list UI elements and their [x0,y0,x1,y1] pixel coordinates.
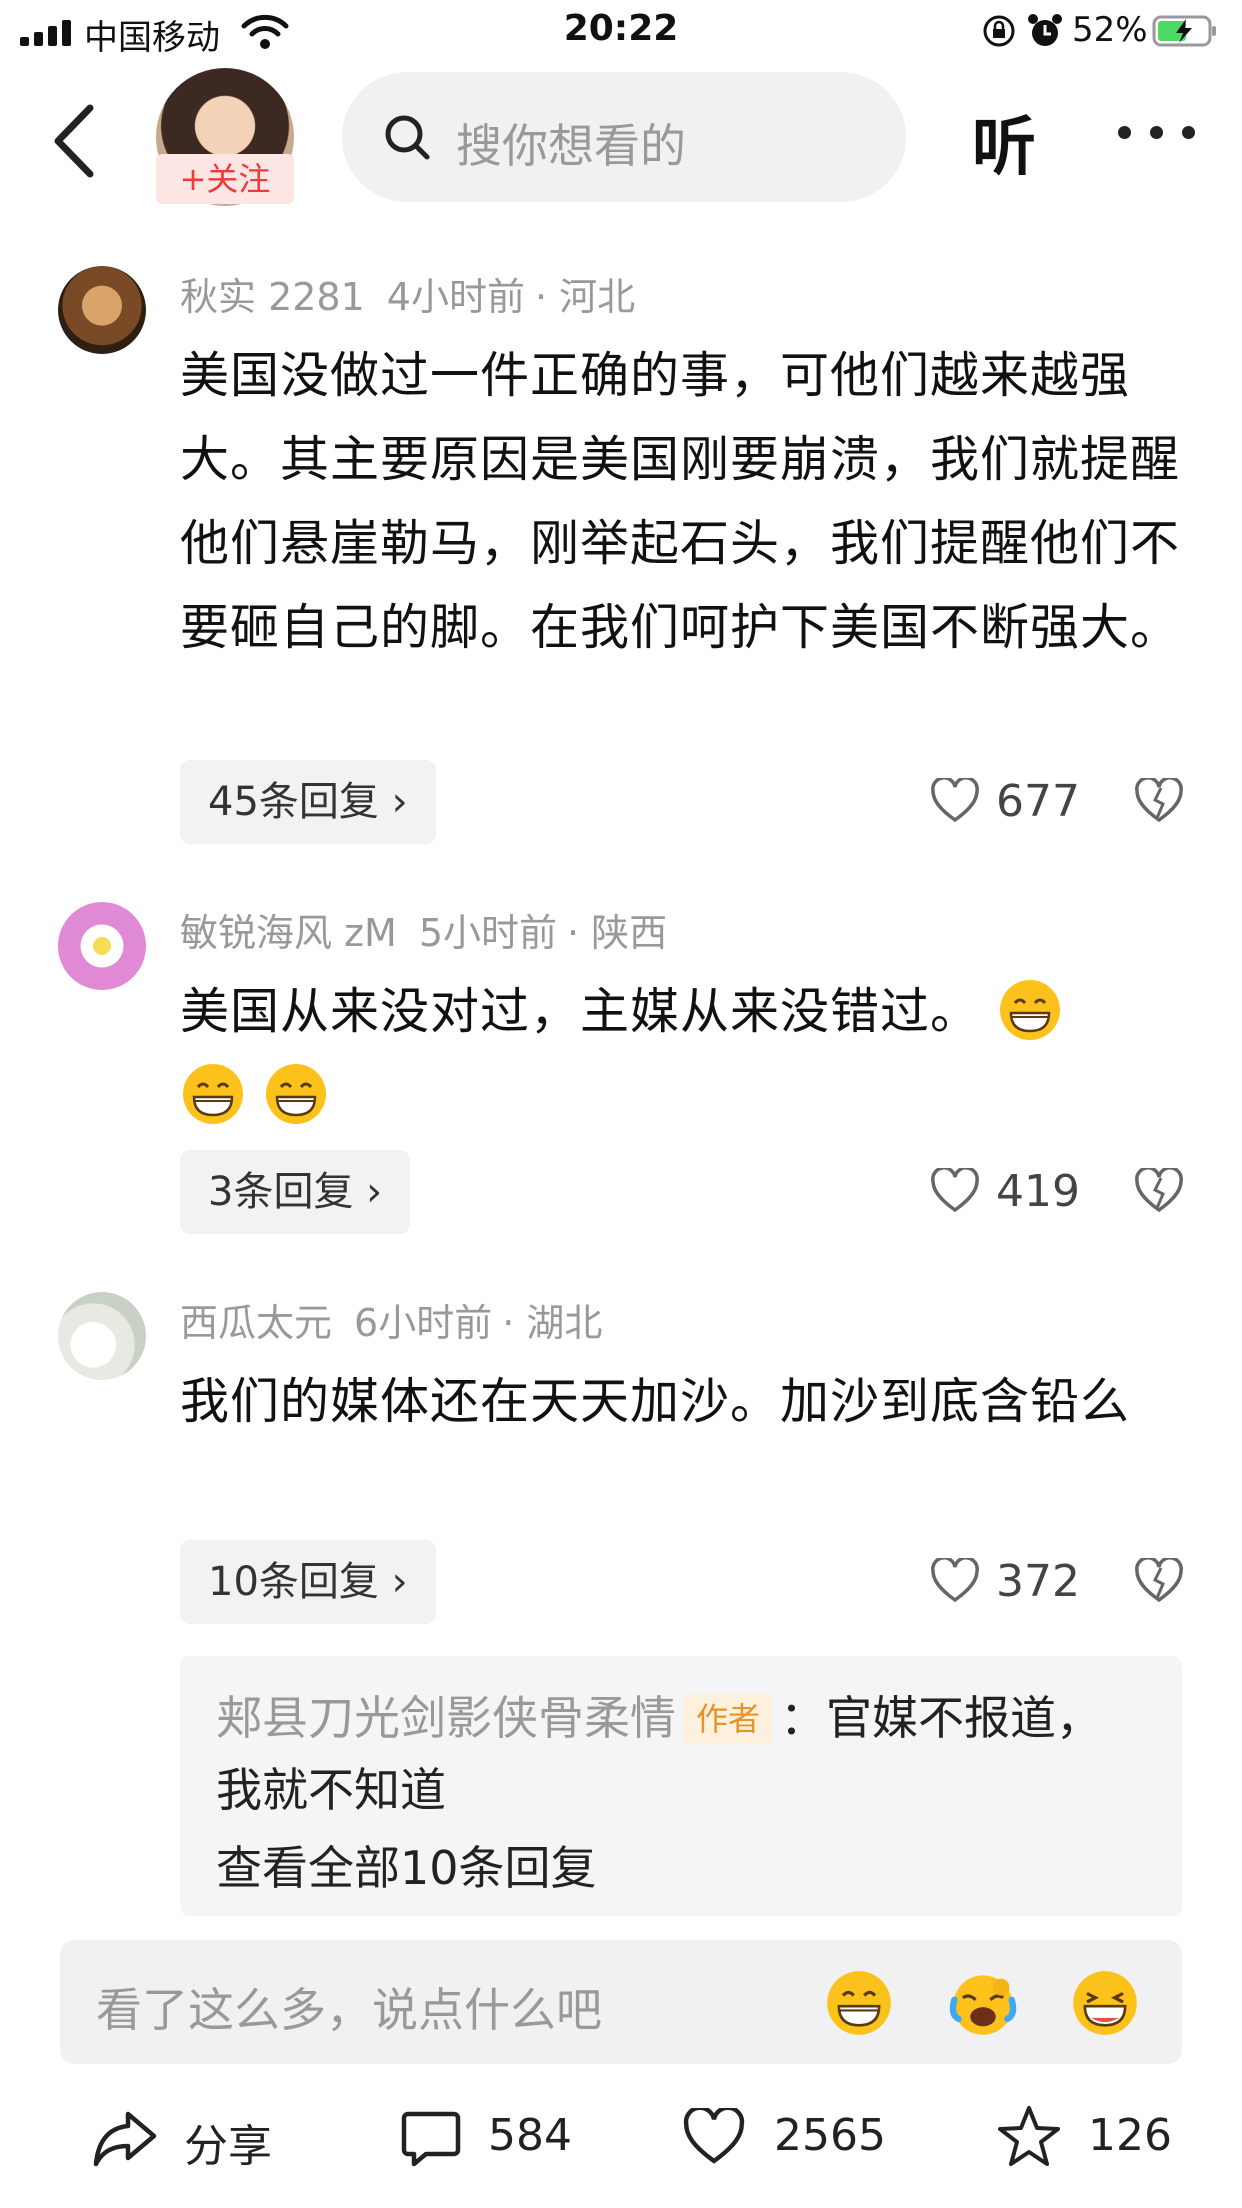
comment-meta: 秋实 2281 4小时前 · 河北 [180,266,635,321]
comment-time: 4小时前 [386,275,525,319]
replies-label: 45条回复 [208,779,379,825]
share-icon [93,2111,157,2167]
comment-user[interactable]: 西瓜太元 [180,1301,332,1345]
comment-text-block: 美国从来没对过，主媒从来没错过。 [180,970,1180,1138]
replies-label: 3条回复 [208,1169,354,1215]
comment-time: 5小时前 [418,911,557,955]
comment-input-placeholder: 看了这么多，说点什么吧 [96,1983,602,2037]
star-icon [998,2106,1060,2166]
rotation-lock-icon [983,15,1015,47]
comment-input[interactable]: 看了这么多，说点什么吧 [60,1940,1182,2064]
heart-icon[interactable] [930,1558,980,1604]
battery-charging-icon [1152,15,1216,47]
avatar[interactable] [58,1292,146,1380]
avatar[interactable] [58,266,146,354]
search-placeholder: 搜你想看的 [456,119,686,173]
comment-meta: 西瓜太元 6小时前 · 湖北 [180,1292,602,1347]
share-button[interactable]: 分享 [92,2100,312,2180]
replies-button[interactable]: 45条回复 › [180,760,436,844]
comment-text: 我们的媒体还在天天加沙。加沙到底含铅么 [180,1373,1131,1430]
comment-user[interactable]: 敏锐海风 zM [180,911,397,955]
dislike-broken-heart-icon[interactable] [1134,1168,1184,1214]
likes-count: 2565 [774,2110,886,2161]
listen-button[interactable]: 听 [972,96,1036,188]
alarm-icon [1028,14,1062,46]
like-post-button[interactable]: 2565 [682,2100,902,2180]
grin-emoji-icon [265,1063,326,1124]
replies-button[interactable]: 3条回复 › [180,1150,411,1234]
comment-text: 美国从来没对过，主媒从来没错过。 [180,983,981,1040]
back-button[interactable] [44,96,104,186]
heart-icon [683,2108,745,2164]
heart-icon[interactable] [930,778,980,824]
like-count: 419 [996,1166,1080,1217]
status-bar: 中国移动 20:22 52% [0,0,1242,64]
like-count: 677 [996,776,1080,827]
comments-count: 584 [488,2110,572,2161]
author-tag-badge: 作者 [684,1693,773,1744]
more-dots-icon[interactable] [1112,114,1202,154]
comment-user[interactable]: 秋实 2281 [180,275,365,319]
share-label: 分享 [184,2121,272,2172]
sub-reply-text: 郏县刀光剑影侠骨柔情 作者 ：官媒不报道，我就不知道 [216,1682,1146,1826]
dislike-broken-heart-icon[interactable] [1134,1558,1184,1604]
like-count: 372 [996,1556,1080,1607]
view-all-replies-link[interactable]: 查看全部10条回复 [216,1832,597,1898]
comment-text: 美国没做过一件正确的事，可他们越来越强大。其主要原因是美国刚要崩溃，我们就提醒他… [180,347,1181,656]
comments-button[interactable]: 584 [400,2100,600,2180]
sub-reply-author[interactable]: 郏县刀光剑影侠骨柔情 [216,1691,676,1745]
grin-emoji-icon[interactable] [824,1968,894,2038]
avatar[interactable] [58,902,146,990]
search-icon [385,115,430,160]
grin-emoji-icon [999,979,1060,1040]
comment-location: · 陕西 [567,911,668,955]
search-input[interactable]: 搜你想看的 [342,72,906,202]
comment-location: · 河北 [534,275,636,319]
battery-percent: 52% [1072,10,1148,50]
dislike-broken-heart-icon[interactable] [1134,778,1184,824]
replies-button[interactable]: 10条回复 › [180,1540,436,1624]
heart-icon[interactable] [930,1168,980,1214]
grin-emoji-icon [183,1063,243,1124]
comment-bubble-icon [401,2111,461,2167]
replies-label: 10条回复 [208,1559,379,1605]
sub-reply-box[interactable]: 郏县刀光剑影侠骨柔情 作者 ：官媒不报道，我就不知道 查看全部10条回复 [180,1656,1182,1916]
laughing-emoji-icon[interactable] [1070,1968,1140,2038]
comment-meta: 敏锐海风 zM 5小时前 · 陕西 [180,902,667,957]
follow-button[interactable]: +关注 [156,154,294,204]
favorite-button[interactable]: 126 [996,2100,1216,2180]
crying-laugh-emoji-icon[interactable] [948,1968,1018,2038]
comment-location: · 湖北 [502,1301,603,1345]
comment-time: 6小时前 [354,1301,493,1345]
favorites-count: 126 [1088,2110,1172,2161]
